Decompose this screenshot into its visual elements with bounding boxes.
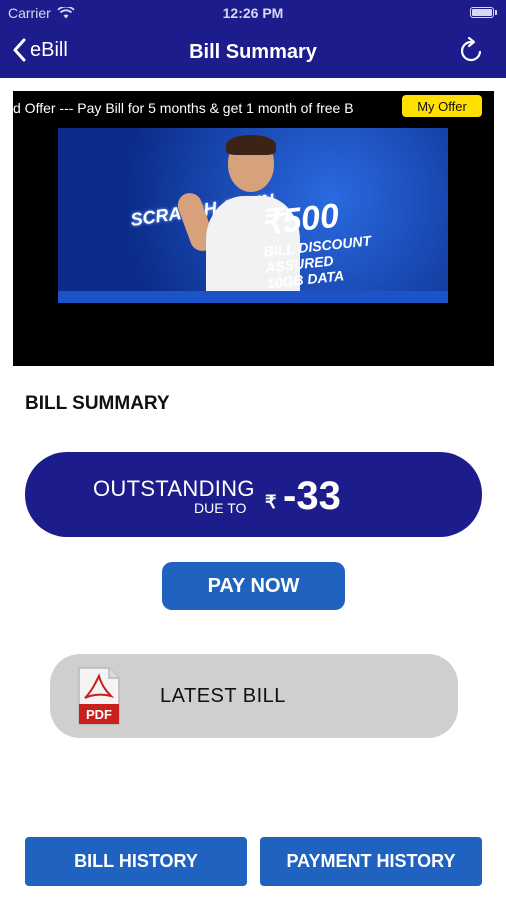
promo-image: SCRATCH & WIN ₹500 BILL DISCOUNT ASSURED… bbox=[58, 128, 448, 303]
my-offer-button[interactable]: My Offer bbox=[402, 95, 482, 117]
outstanding-label: OUTSTANDING bbox=[93, 476, 255, 501]
outstanding-card: OUTSTANDING DUE TO ₹ -33 bbox=[25, 452, 482, 537]
ebill-screen: Carrier 12:26 PM eBill Bill Summary d Of… bbox=[0, 0, 506, 900]
battery-icon bbox=[470, 7, 497, 18]
payment-history-button[interactable]: PAYMENT HISTORY bbox=[260, 837, 482, 886]
offer-banner[interactable]: d Offer --- Pay Bill for 5 months & get … bbox=[13, 91, 494, 366]
pdf-label: PDF bbox=[86, 707, 112, 722]
latest-bill-button[interactable]: PDF LATEST BILL bbox=[50, 654, 458, 738]
latest-bill-label: LATEST BILL bbox=[160, 685, 286, 707]
status-time: 12:26 PM bbox=[222, 5, 284, 21]
status-bar: Carrier 12:26 PM bbox=[0, 0, 506, 26]
bill-history-button[interactable]: BILL HISTORY bbox=[25, 837, 247, 886]
pdf-icon: PDF bbox=[78, 667, 120, 725]
outstanding-amount: -33 bbox=[283, 474, 341, 518]
promo-offer-text: ₹500 BILL DISCOUNT ASSURED 10GB DATA bbox=[259, 193, 375, 292]
header: Carrier 12:26 PM eBill Bill Summary bbox=[0, 0, 506, 78]
promo-footer-strip bbox=[58, 291, 448, 303]
refresh-icon[interactable] bbox=[456, 36, 486, 66]
currency-symbol: ₹ bbox=[265, 492, 277, 512]
section-title: BILL SUMMARY bbox=[25, 393, 170, 414]
offer-ticker: d Offer --- Pay Bill for 5 months & get … bbox=[13, 100, 354, 116]
promo-amount: 500 bbox=[280, 196, 341, 241]
nav-bar: eBill Bill Summary bbox=[0, 26, 506, 78]
pay-now-button[interactable]: PAY NOW bbox=[162, 562, 345, 610]
due-to-label: DUE TO bbox=[194, 500, 247, 516]
page-title: Bill Summary bbox=[189, 41, 317, 63]
